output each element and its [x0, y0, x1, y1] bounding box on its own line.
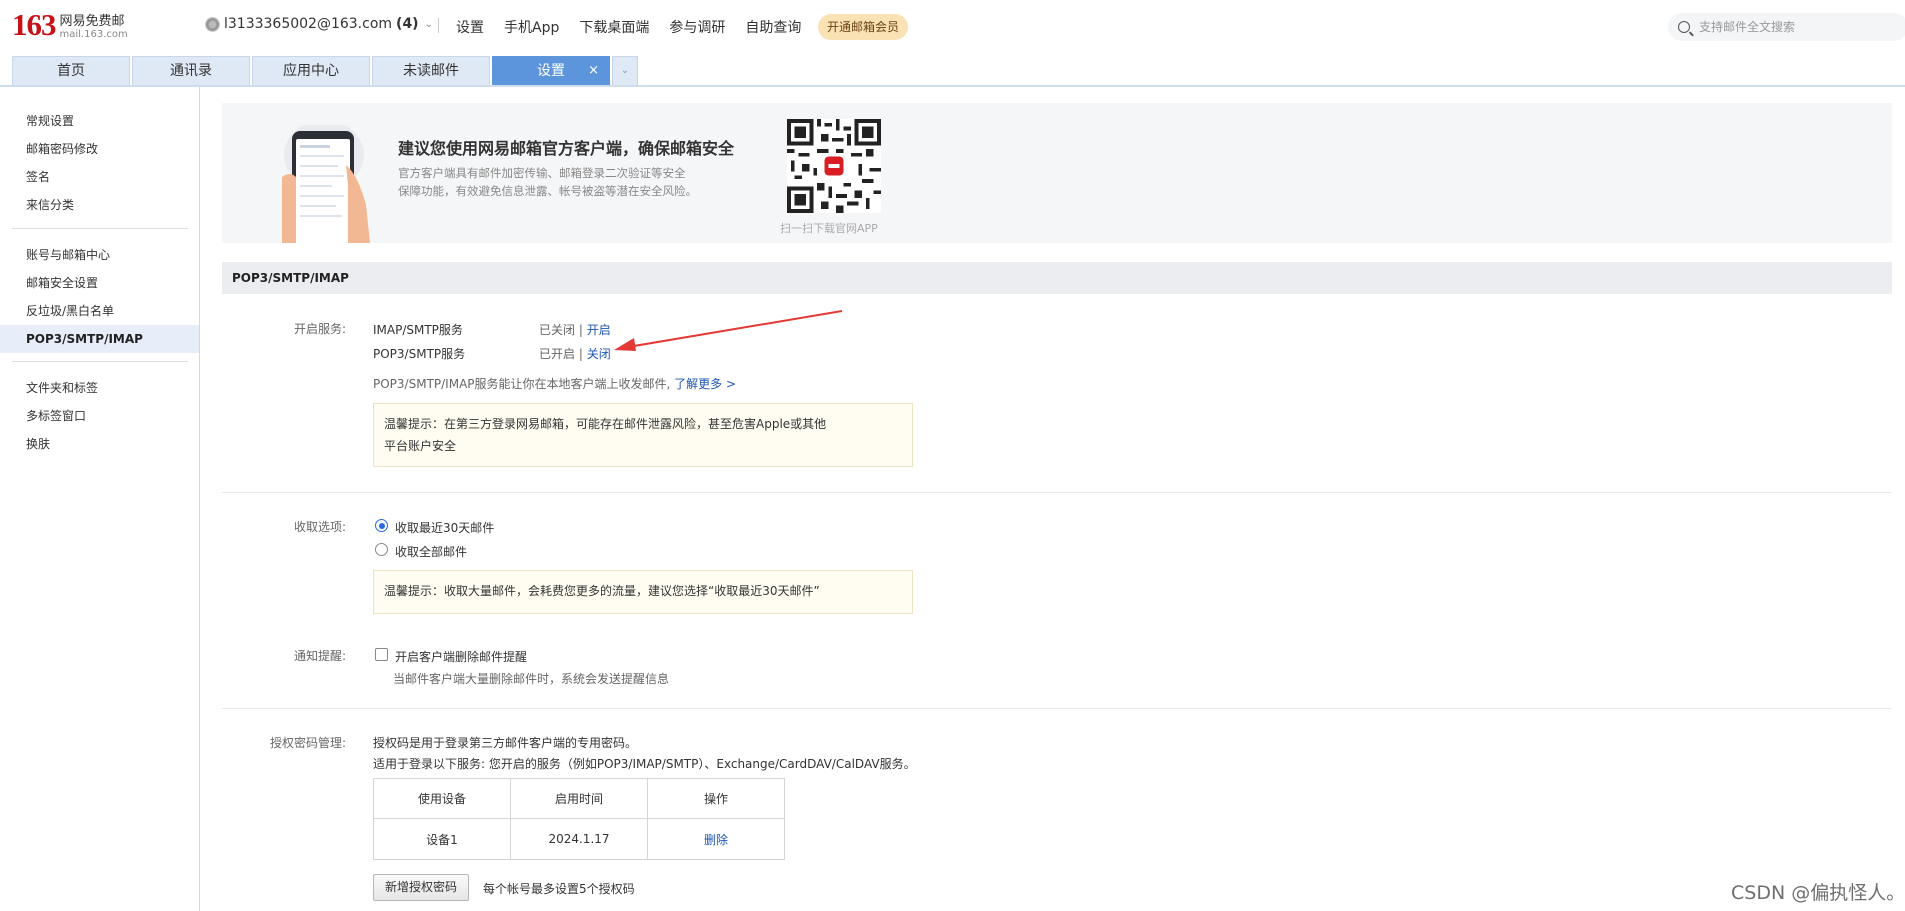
sidebar-item-skin[interactable]: 换肤 — [0, 430, 199, 458]
close-icon[interactable]: × — [588, 57, 599, 85]
separator: | — [578, 323, 583, 337]
add-auth-code-button[interactable]: 新增授权密码 — [373, 874, 470, 901]
service-name-pop3: POP3/SMTP服务 — [373, 347, 466, 361]
divider — [438, 18, 439, 33]
nav-self-service[interactable]: 自助查询 — [745, 17, 801, 37]
banner-title: 建议您使用网易邮箱官方客户端，确保邮箱安全 — [398, 139, 735, 158]
search-icon[interactable] — [1678, 21, 1690, 33]
delete-link[interactable]: 删除 — [704, 833, 728, 847]
chevron-down-icon: ⌄ — [424, 18, 433, 30]
nav-mobile-app[interactable]: 手机App — [504, 17, 559, 37]
separator: | — [578, 347, 583, 361]
banner-desc-line: 官方客户端具有邮件加密传输、邮箱登录二次验证等安全 — [398, 166, 686, 180]
notify-label: 通知提醒: — [293, 649, 346, 663]
banner-description: 官方客户端具有邮件加密传输、邮箱登录二次验证等安全 保障功能，有效避免信息泄露、… — [398, 164, 728, 200]
tab-app-center[interactable]: 应用中心 — [252, 56, 370, 85]
vip-button[interactable]: 开通邮箱会员 — [818, 14, 909, 40]
column-header: 启用时间 — [510, 778, 648, 819]
action-cell: 删除 — [647, 818, 785, 860]
section-title: POP3/SMTP/IMAP — [222, 262, 1892, 294]
tab-more-chevron-icon[interactable]: ⌄ — [612, 56, 638, 85]
notice-line: 温馨提示：在第三方登录网易邮箱，可能存在邮件泄露风险，甚至危害Apple或其他 — [384, 417, 827, 431]
sidebar-item-security[interactable]: 邮箱安全设置 — [0, 269, 199, 297]
column-header: 使用设备 — [373, 778, 511, 819]
auth-code-desc: 授权码是用于登录第三方邮件客户端的专用密码。 — [373, 736, 638, 750]
radio-recent-30-days[interactable] — [375, 519, 388, 532]
banner-desc-line: 保障功能，有效避免信息泄露、帐号被盗等潜在安全风险。 — [398, 184, 697, 198]
top-header: 163 网易免费邮 mail.163.com l3133365002@163.c… — [0, 0, 1905, 50]
sidebar-item-folders-tags[interactable]: 文件夹和标签 — [0, 374, 199, 402]
qr-code-icon — [787, 119, 881, 213]
watermark: CSDN @偏执怪人。 — [1731, 882, 1905, 904]
avatar-icon — [205, 16, 220, 32]
device-cell: 设备1 — [373, 818, 511, 860]
service-name-imap: IMAP/SMTP服务 — [373, 323, 463, 337]
checkbox-label[interactable]: 开启客户端删除邮件提醒 — [395, 648, 527, 665]
nav-desktop-download[interactable]: 下载桌面端 — [579, 17, 649, 37]
risk-notice: 温馨提示：在第三方登录网易邮箱，可能存在邮件泄露风险，甚至危害Apple或其他 … — [373, 403, 913, 467]
learn-more-link[interactable]: 了解更多 > — [674, 377, 736, 391]
delete-alert-checkbox[interactable] — [375, 648, 388, 661]
sidebar-item-general[interactable]: 常规设置 — [0, 107, 199, 135]
tab-bar: 首页 通讯录 应用中心 未读邮件 设置 × ⌄ — [12, 56, 638, 85]
tab-settings-label: 设置 — [537, 63, 565, 79]
notify-hint: 当邮件客户端大量删除邮件时，系统会发送提醒信息 — [393, 672, 670, 686]
sidebar-item-antispam[interactable]: 反垃圾/黑白名单 — [0, 297, 199, 325]
section-divider — [222, 492, 1892, 493]
auth-code-scope: 适用于登录以下服务: 您开启的服务（例如POP3/IMAP/SMTP）、Exch… — [373, 757, 916, 771]
date-cell: 2024.1.17 — [510, 818, 648, 860]
auth-code-limit-note: 每个帐号最多设置5个授权码 — [483, 882, 635, 896]
radio-label[interactable]: 收取全部邮件 — [395, 543, 467, 560]
tab-settings[interactable]: 设置 × — [492, 56, 610, 85]
table-header-row: 使用设备 启用时间 操作 — [373, 778, 785, 819]
auth-code-label: 授权密码管理: — [269, 736, 346, 750]
services-desc-text: POP3/SMTP/IMAP服务能让你在本地客户端上收发邮件, — [373, 377, 671, 391]
settings-sidebar: 常规设置 邮箱密码修改 签名 来信分类 账号与邮箱中心 邮箱安全设置 反垃圾/黑… — [0, 87, 200, 911]
table-row: 设备1 2024.1.17 删除 — [373, 818, 785, 860]
logo-number: 163 — [12, 7, 56, 42]
services-label: 开启服务: — [293, 322, 346, 336]
account-email: l3133365002@163.com — [224, 16, 393, 32]
account-switcher[interactable]: l3133365002@163.com (4) ⌄ — [205, 16, 433, 32]
radio-label[interactable]: 收取最近30天邮件 — [395, 519, 494, 536]
tab-home[interactable]: 首页 — [12, 56, 130, 85]
mail-logo[interactable]: 163 网易免费邮 mail.163.com — [12, 7, 128, 42]
sidebar-item-password[interactable]: 邮箱密码修改 — [0, 135, 199, 163]
search-input[interactable] — [1699, 20, 1889, 34]
sidebar-item-pop3-smtp-imap[interactable]: POP3/SMTP/IMAP — [0, 325, 199, 353]
status-text: 已开启 — [539, 347, 576, 361]
section-divider — [222, 708, 1892, 709]
status-text: 已关闭 — [539, 323, 576, 337]
tab-unread[interactable]: 未读邮件 — [372, 56, 490, 85]
top-nav: 设置 手机App 下载桌面端 参与调研 自助查询 — [456, 17, 821, 37]
nav-survey[interactable]: 参与调研 — [669, 17, 725, 37]
tab-bar-underline — [0, 85, 1905, 87]
unread-count: (4) — [396, 16, 419, 32]
notice-line: 温馨提示：收取大量邮件，会耗费您更多的流量，建议您选择“收取最近30天邮件” — [384, 584, 820, 598]
traffic-notice: 温馨提示：收取大量邮件，会耗费您更多的流量，建议您选择“收取最近30天邮件” — [373, 570, 913, 614]
logo-name: 网易免费邮 — [59, 14, 125, 29]
sidebar-item-signature[interactable]: 签名 — [0, 163, 199, 191]
annotation-arrow-icon — [614, 310, 843, 351]
qr-caption: 扫一扫下载官网APP — [780, 222, 878, 235]
search-box[interactable] — [1668, 13, 1905, 41]
tab-contacts[interactable]: 通讯录 — [132, 56, 250, 85]
sidebar-item-account-center[interactable]: 账号与邮箱中心 — [0, 241, 199, 269]
auth-code-table: 使用设备 启用时间 操作 设备1 2024.1.17 删除 — [373, 778, 785, 860]
radio-all-mail[interactable] — [375, 543, 388, 556]
notice-line: 平台账户安全 — [384, 439, 457, 453]
nav-settings[interactable]: 设置 — [456, 17, 484, 37]
logo-domain: mail.163.com — [59, 29, 128, 40]
sidebar-divider — [12, 361, 188, 362]
sidebar-divider — [12, 228, 188, 229]
sidebar-item-mail-sorting[interactable]: 来信分类 — [0, 191, 199, 219]
receive-options-label: 收取选项: — [293, 520, 346, 534]
services-description: POP3/SMTP/IMAP服务能让你在本地客户端上收发邮件, 了解更多 > — [373, 375, 736, 392]
sidebar-item-multi-tab[interactable]: 多标签窗口 — [0, 402, 199, 430]
column-header: 操作 — [647, 778, 785, 819]
phone-illustration-icon — [282, 125, 370, 243]
